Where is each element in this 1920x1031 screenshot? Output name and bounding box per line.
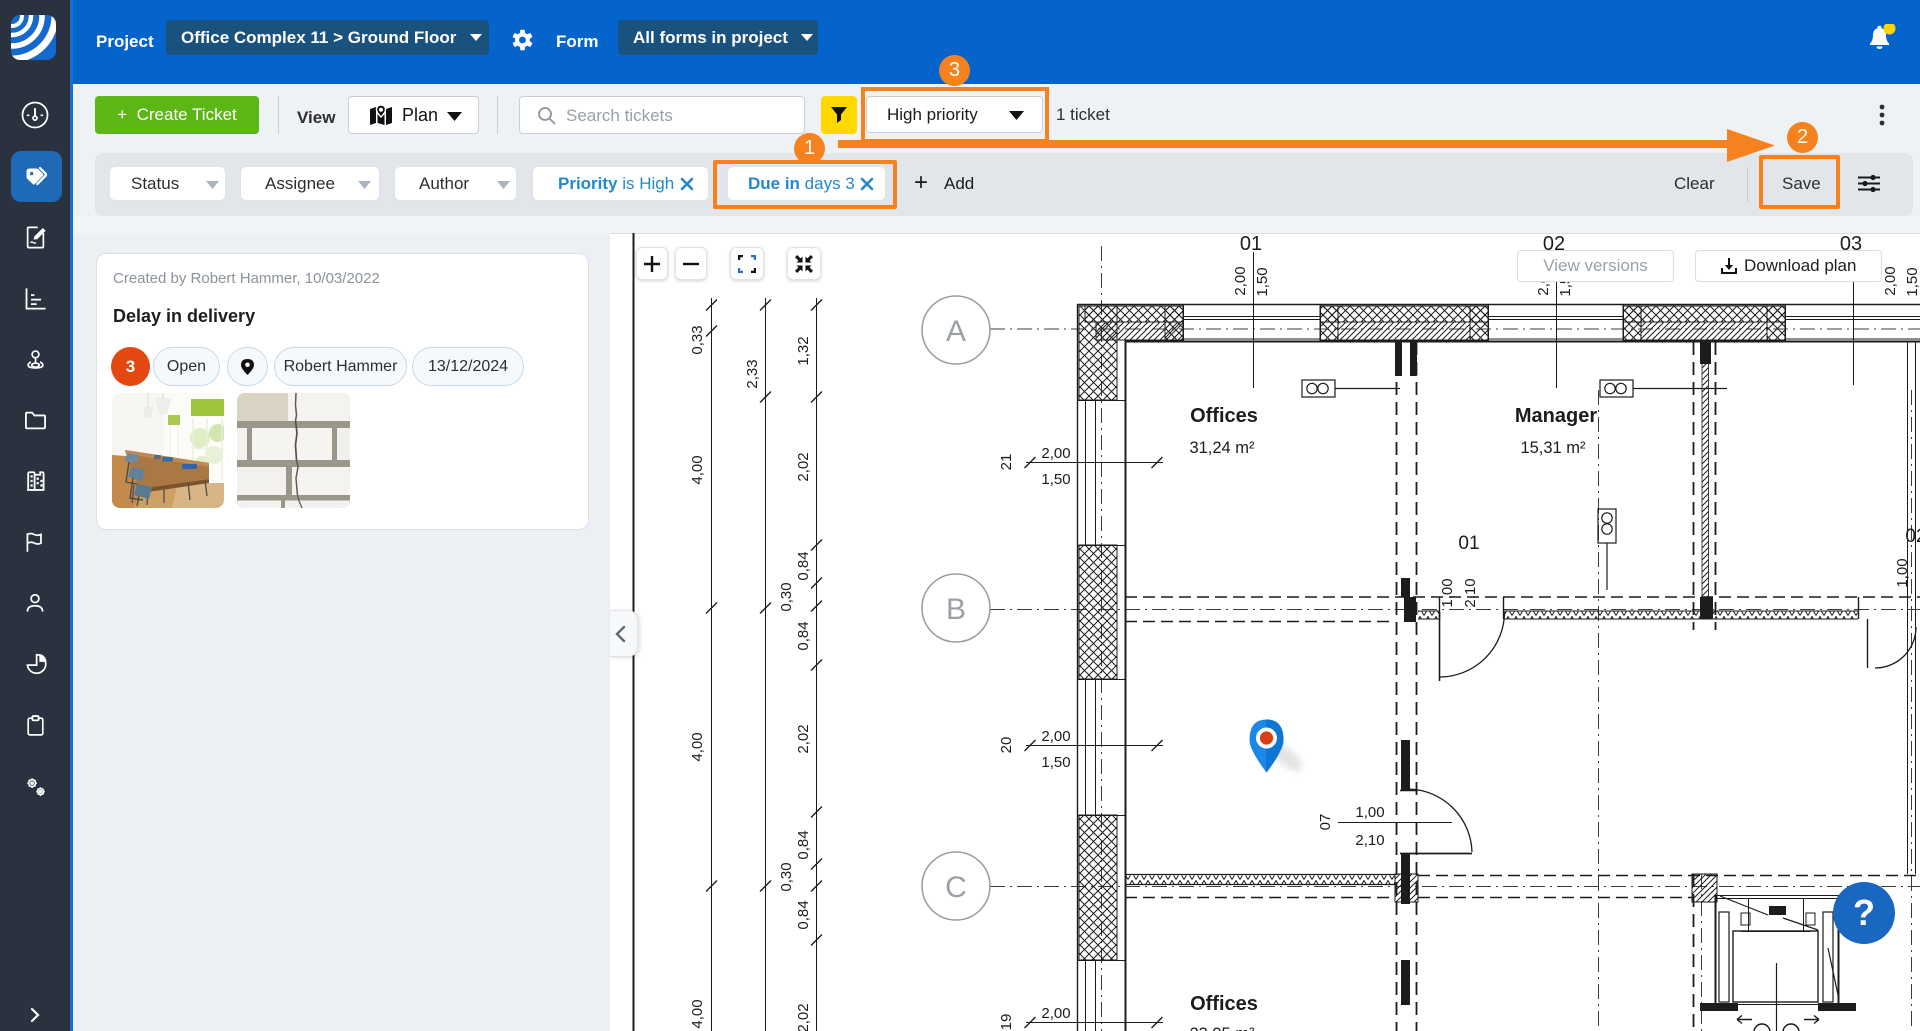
svg-text:0,30: 0,30	[778, 862, 795, 891]
svg-text:2,33: 2,33	[744, 359, 761, 388]
svg-text:2,02: 2,02	[795, 452, 812, 481]
svg-text:19: 19	[998, 1014, 1015, 1031]
svg-text:01: 01	[1240, 233, 1262, 255]
svg-text:2,00: 2,00	[1882, 266, 1899, 295]
svg-text:07: 07	[1317, 814, 1334, 831]
svg-text:1,50: 1,50	[1254, 267, 1271, 296]
svg-text:1,50: 1,50	[1041, 754, 1070, 771]
svg-text:0,33: 0,33	[689, 325, 706, 354]
svg-text:B: B	[946, 593, 966, 626]
svg-text:2,00: 2,00	[1041, 728, 1070, 745]
svg-text:2,00: 2,00	[1232, 266, 1249, 295]
svg-text:4,00: 4,00	[689, 732, 706, 761]
svg-text:0,84: 0,84	[795, 551, 812, 580]
svg-text:1,50: 1,50	[1041, 471, 1070, 488]
svg-text:4,00: 4,00	[689, 455, 706, 484]
svg-text:23,95 m²: 23,95 m²	[1189, 1025, 1255, 1031]
svg-text:2,10: 2,10	[1355, 832, 1384, 849]
svg-text:0,84: 0,84	[795, 621, 812, 650]
svg-text:2,10: 2,10	[1462, 578, 1479, 607]
svg-text:1,50: 1,50	[1904, 267, 1920, 296]
svg-text:1,00: 1,00	[1439, 578, 1456, 607]
svg-text:31,24 m²: 31,24 m²	[1189, 439, 1255, 457]
svg-text:Manager: Manager	[1515, 405, 1597, 427]
svg-text:1,00: 1,00	[1355, 804, 1384, 821]
svg-text:C: C	[945, 871, 967, 904]
svg-text:1,00: 1,00	[1894, 558, 1911, 587]
svg-text:2,00: 2,00	[1041, 445, 1070, 462]
svg-text:15,31 m²: 15,31 m²	[1520, 439, 1586, 457]
svg-text:Offices: Offices	[1190, 993, 1258, 1015]
svg-text:A: A	[946, 315, 966, 348]
svg-text:01: 01	[1458, 533, 1479, 554]
svg-text:0,84: 0,84	[795, 830, 812, 859]
svg-text:0,84: 0,84	[795, 900, 812, 929]
svg-text:2,00: 2,00	[1041, 1005, 1070, 1022]
svg-text:Offices: Offices	[1190, 405, 1258, 427]
svg-text:2,02: 2,02	[795, 1003, 812, 1031]
svg-text:1,32: 1,32	[795, 336, 812, 365]
svg-text:2,02: 2,02	[795, 724, 812, 753]
svg-text:0,30: 0,30	[778, 582, 795, 611]
svg-text:21: 21	[998, 454, 1015, 471]
svg-text:20: 20	[998, 737, 1015, 754]
svg-text:4,00: 4,00	[689, 999, 706, 1028]
